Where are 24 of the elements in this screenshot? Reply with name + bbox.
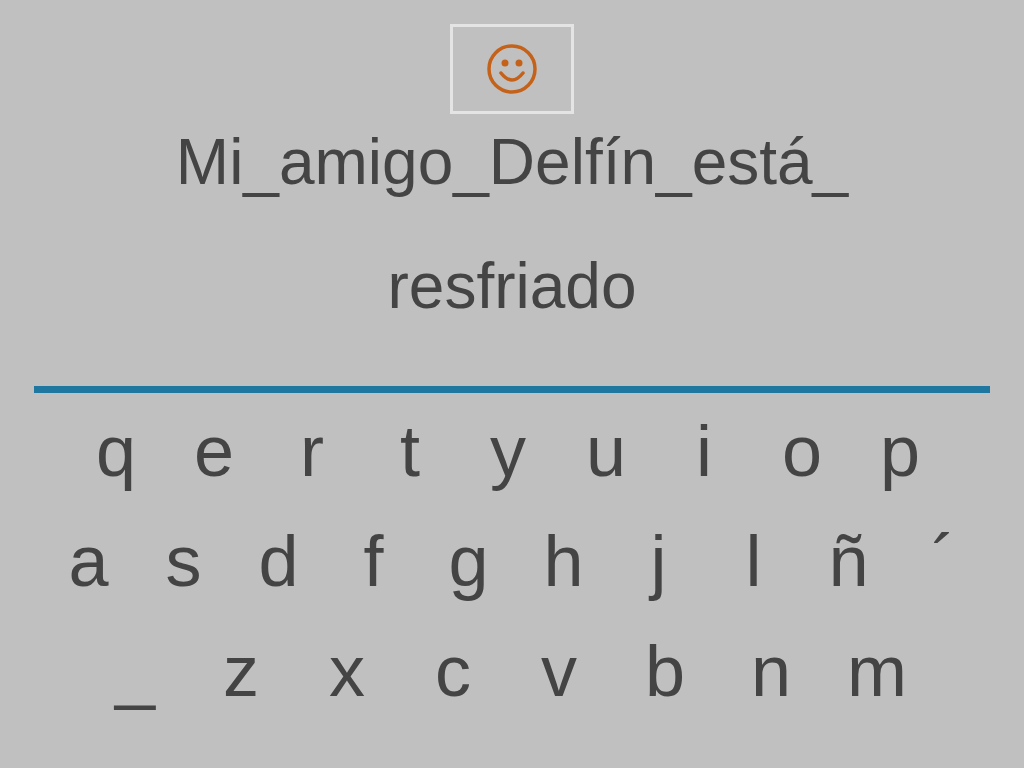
letter-key[interactable]: m [824, 635, 930, 707]
letter-key[interactable]: t [361, 415, 459, 487]
smiley-icon [486, 43, 538, 95]
letter-key[interactable]: s [136, 525, 231, 597]
letter-key[interactable]: n [718, 635, 824, 707]
letter-key[interactable]: i [655, 415, 753, 487]
letter-key[interactable]: x [294, 635, 400, 707]
letter-key[interactable]: d [231, 525, 326, 597]
letter-key[interactable]: a [41, 525, 136, 597]
letter-key[interactable]: u [557, 415, 655, 487]
letter-key[interactable]: z [188, 635, 294, 707]
letter-key[interactable]: v [506, 635, 612, 707]
hint-button[interactable] [450, 24, 574, 114]
letter-key[interactable]: l [706, 525, 801, 597]
sentence-text: resfriado [387, 254, 637, 318]
letter-key[interactable]: e [165, 415, 263, 487]
letter-key[interactable]: f [326, 525, 421, 597]
letter-key[interactable]: h [516, 525, 611, 597]
letter-key[interactable]: b [612, 635, 718, 707]
letter-key[interactable]: ñ [801, 525, 896, 597]
letter-key[interactable]: ´ [896, 525, 991, 597]
letter-key[interactable]: c [400, 635, 506, 707]
letter-key[interactable]: o [753, 415, 851, 487]
letter-key[interactable]: r [263, 415, 361, 487]
